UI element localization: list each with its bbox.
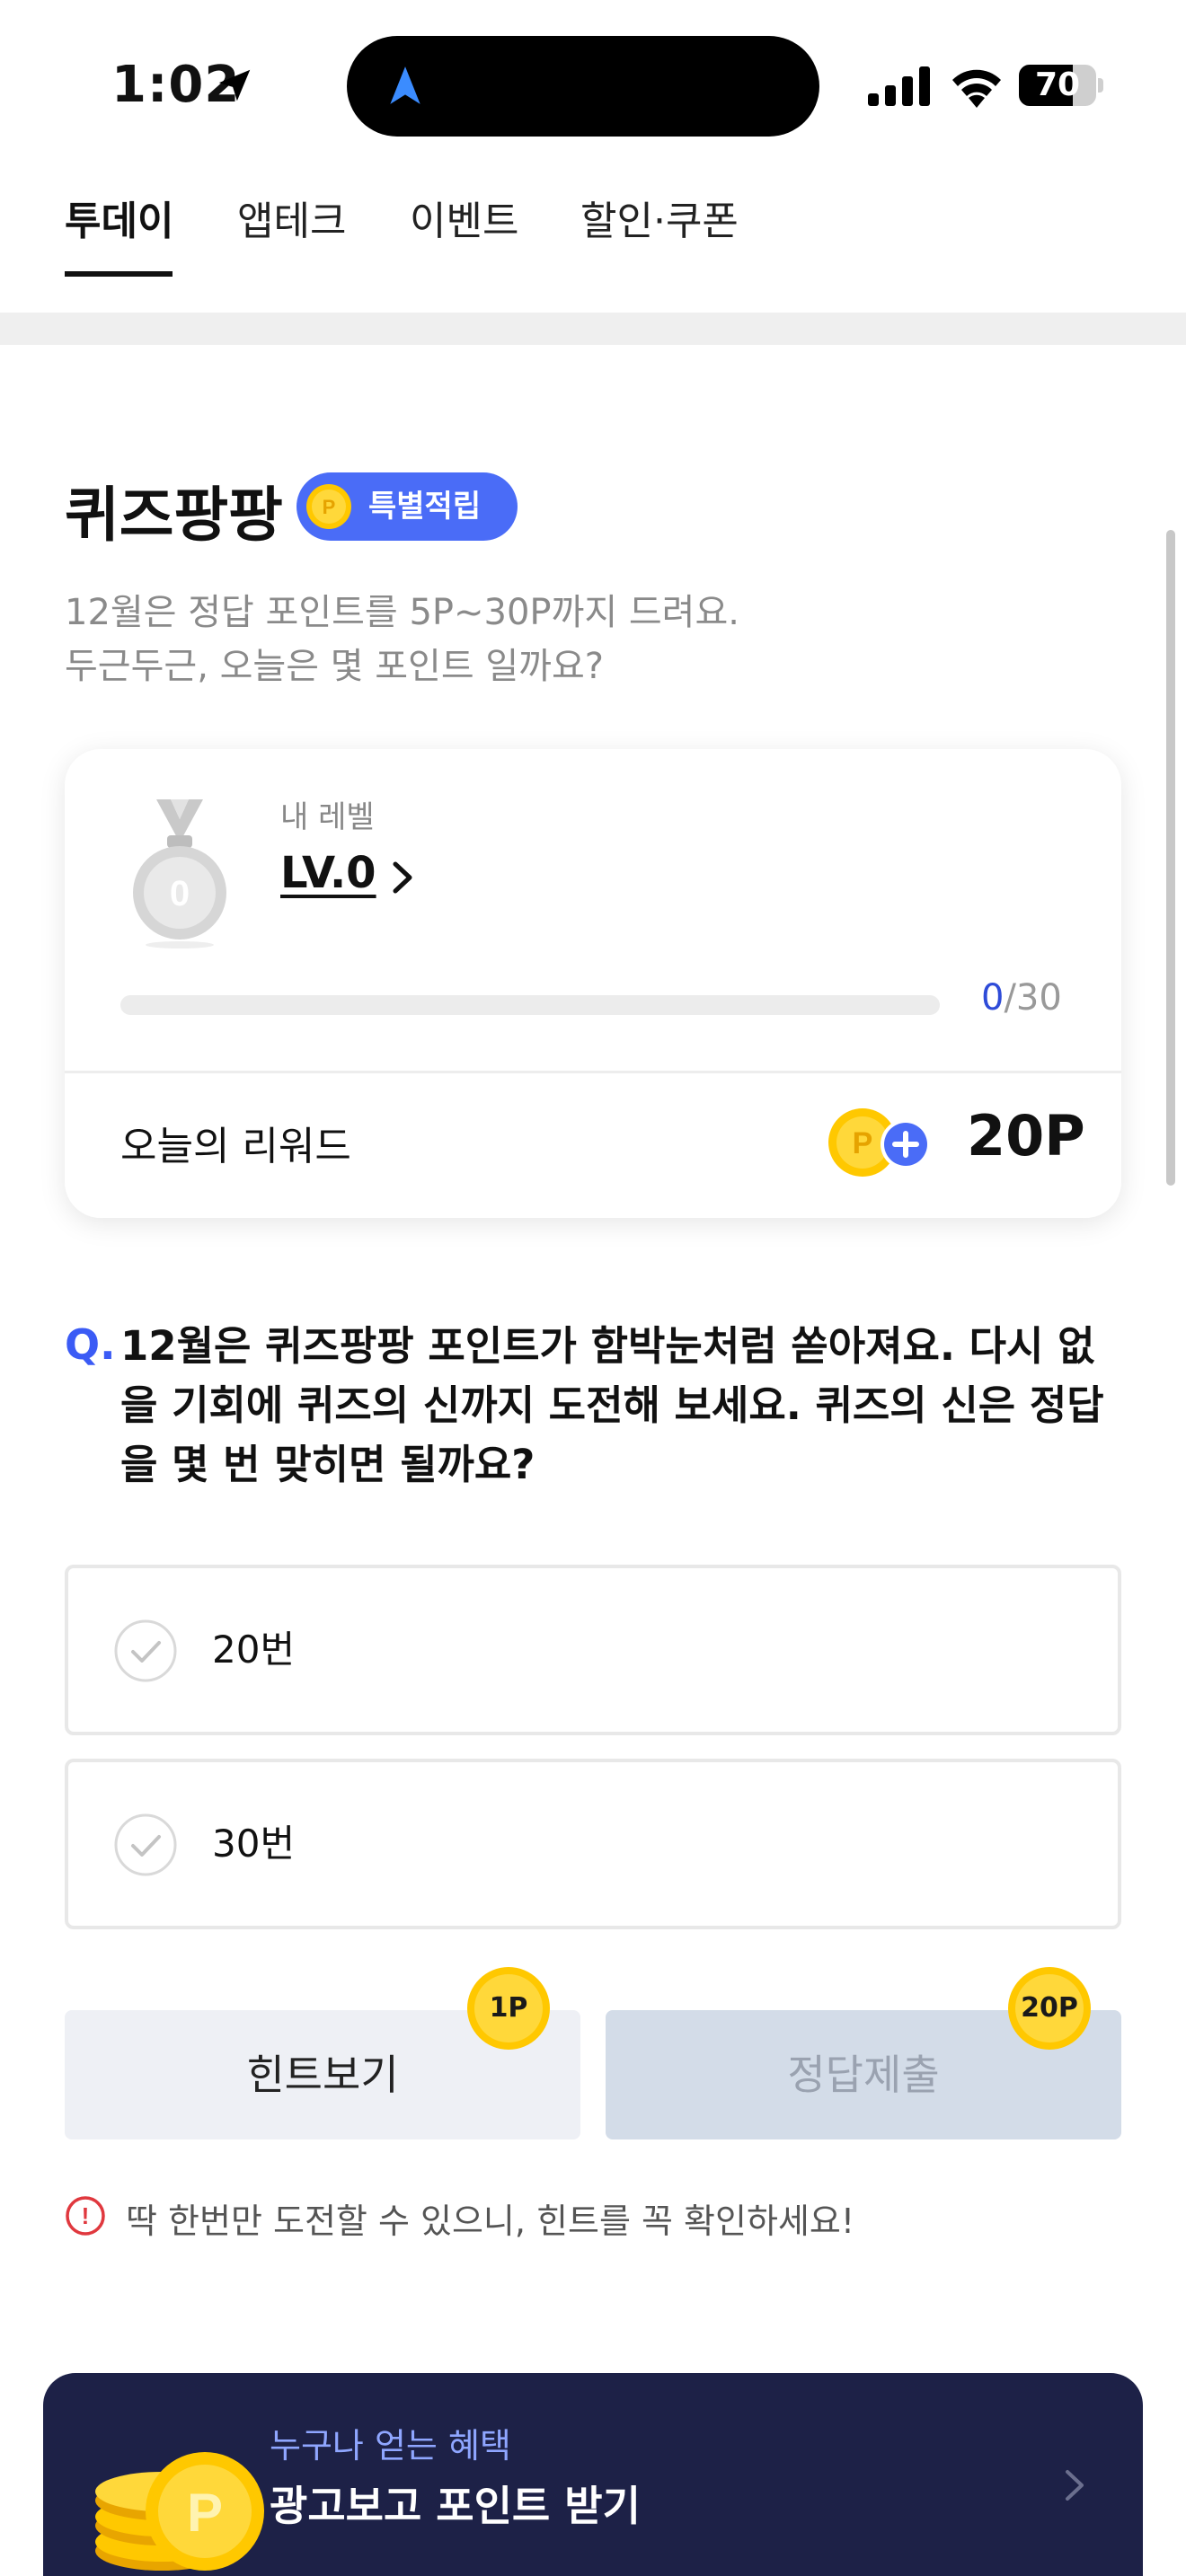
level-caption: 내 레벨 <box>280 799 375 835</box>
wifi-icon <box>952 69 1001 108</box>
tab-apptech[interactable]: 앱테크 <box>237 199 346 280</box>
answer-option-1[interactable]: 20번 <box>65 1565 1121 1735</box>
section-divider <box>0 313 1186 345</box>
active-tab-indicator <box>65 271 173 277</box>
battery-indicator: 70 <box>1019 65 1103 106</box>
chevron-right-icon[interactable] <box>385 857 420 898</box>
check-circle-icon <box>114 1813 177 1876</box>
top-tabs: 투데이 앱테크 이벤트 할인·쿠폰 <box>0 180 1186 305</box>
level-progress-text: 0/30 <box>981 977 1062 1019</box>
ad-points-banner[interactable]: P 누구나 얻는 혜택 광고보고 포인트 받기 <box>43 2373 1143 2576</box>
submit-points-value: 20P <box>1021 1992 1078 2024</box>
banner-coin-glyph: P <box>187 2483 223 2543</box>
description-line-1: 12월은 정답 포인트를 5P~30P까지 드려요. <box>65 592 739 633</box>
hint-points-value: 1P <box>489 1992 528 2024</box>
tab-discount-coupon[interactable]: 할인·쿠폰 <box>580 199 739 280</box>
reward-coin-glyph: P <box>853 1126 873 1160</box>
dynamic-island <box>347 36 819 137</box>
today-reward-value: 20P <box>967 1103 1085 1169</box>
status-bar: 1:02 70 <box>0 0 1186 171</box>
progress-current: 0 <box>981 977 1005 1019</box>
quiz-description: 12월은 정답 포인트를 5P~30P까지 드려요. 두근두근, 오늘은 몇 포… <box>65 586 739 693</box>
banner-title: 광고보고 포인트 받기 <box>270 2482 641 2530</box>
banner-subtitle: 누구나 얻는 혜택 <box>270 2426 511 2466</box>
level-link[interactable]: LV.0 <box>280 848 376 898</box>
answer-option-2[interactable]: 30번 <box>65 1759 1121 1929</box>
hint-points-badge: 1P <box>465 1965 552 2051</box>
point-coin-icon: P <box>306 484 351 529</box>
coin-plus-icon: P <box>828 1108 931 1177</box>
warning-glyph: ! <box>82 2202 90 2229</box>
battery-level: 70 <box>1034 66 1081 103</box>
answer-option-label: 30번 <box>212 1822 296 1866</box>
level-card: 0 내 레벨 LV.0 0/30 오늘의 리워드 P 20P <box>65 749 1121 1218</box>
chevron-right-icon <box>1066 2470 1084 2501</box>
tab-today[interactable]: 투데이 <box>65 199 173 280</box>
progress-total: /30 <box>1004 977 1062 1019</box>
scrollbar[interactable] <box>1166 530 1175 1186</box>
answer-option-label: 20번 <box>212 1628 296 1672</box>
medal-number: 0 <box>170 874 190 913</box>
question-text: 12월은 퀴즈팡팡 포인트가 함박눈처럼 쏟아져요. 다시 없을 기회에 퀴즈의… <box>120 1322 1104 1488</box>
check-circle-icon <box>114 1619 177 1682</box>
medal-icon: 0 <box>133 799 226 948</box>
question-mark-label: Q. <box>65 1320 116 1369</box>
warning-text: 딱 한번만 도전할 수 있으니, 힌트를 꼭 확인하세요! <box>126 2201 855 2241</box>
warning-icon: ! <box>66 2196 105 2236</box>
level-progress-bar <box>120 995 940 1015</box>
special-reward-badge: P 특별적립 <box>296 472 518 541</box>
navigation-app-icon <box>390 66 420 104</box>
card-divider <box>65 1071 1121 1073</box>
page-title: 퀴즈팡팡 <box>65 481 283 550</box>
today-reward-label: 오늘의 리워드 <box>120 1124 351 1169</box>
cellular-signal-icon <box>868 66 930 106</box>
submit-points-badge: 20P <box>1006 1965 1093 2051</box>
coin-glyph: P <box>323 496 336 518</box>
tab-event[interactable]: 이벤트 <box>410 199 518 280</box>
coin-stack-icon: P <box>95 2452 264 2571</box>
location-arrow-icon <box>218 69 251 101</box>
special-reward-label: 특별적립 <box>368 489 482 525</box>
description-line-2: 두근두근, 오늘은 몇 포인트 일까요? <box>65 646 605 687</box>
